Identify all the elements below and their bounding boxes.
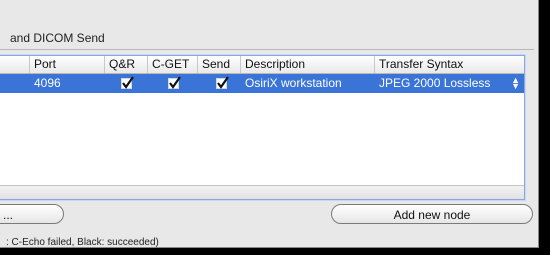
transfer-syntax-popup[interactable]: JPEG 2000 Lossless ▲ ▼: [375, 74, 524, 93]
stepper-arrows-icon: ▲ ▼: [511, 75, 520, 91]
checkmark-icon: [169, 76, 181, 89]
partial-left-button[interactable]: ...: [0, 204, 64, 224]
horizontal-scrollbar[interactable]: [0, 185, 524, 199]
column-header-qr[interactable]: Q&R: [105, 56, 148, 73]
checkmark-icon: [217, 76, 229, 89]
table-row[interactable]: 4096 OsiriX workstation JPEG 2000 Lossle…: [0, 74, 524, 93]
section-title: and DICOM Send: [10, 31, 105, 45]
add-new-node-button[interactable]: Add new node: [331, 204, 533, 224]
description-cell[interactable]: OsiriX workstation: [241, 74, 375, 93]
status-legend-text: : C-Echo failed, Black: succeeded): [6, 237, 159, 248]
qr-checkbox[interactable]: [121, 76, 134, 89]
send-checkbox[interactable]: [216, 76, 229, 89]
column-header-transfer-syntax[interactable]: Transfer Syntax: [375, 56, 524, 73]
table-header: Port Q&R C-GET Send Description Transfer…: [0, 56, 524, 74]
cget-checkbox[interactable]: [168, 76, 181, 89]
port-cell[interactable]: 4096: [30, 74, 105, 93]
column-header-port[interactable]: Port: [30, 56, 105, 73]
column-header-send[interactable]: Send: [198, 56, 241, 73]
column-header-cget[interactable]: C-GET: [148, 56, 198, 73]
column-header-blank[interactable]: [0, 56, 30, 73]
preferences-window: and DICOM Send Port Q&R C-GET Send Descr…: [0, 0, 539, 248]
column-header-description[interactable]: Description: [241, 56, 375, 73]
checkmark-icon: [122, 76, 134, 89]
nodes-table[interactable]: Port Q&R C-GET Send Description Transfer…: [0, 55, 525, 200]
transfer-syntax-value: JPEG 2000 Lossless: [379, 76, 491, 90]
